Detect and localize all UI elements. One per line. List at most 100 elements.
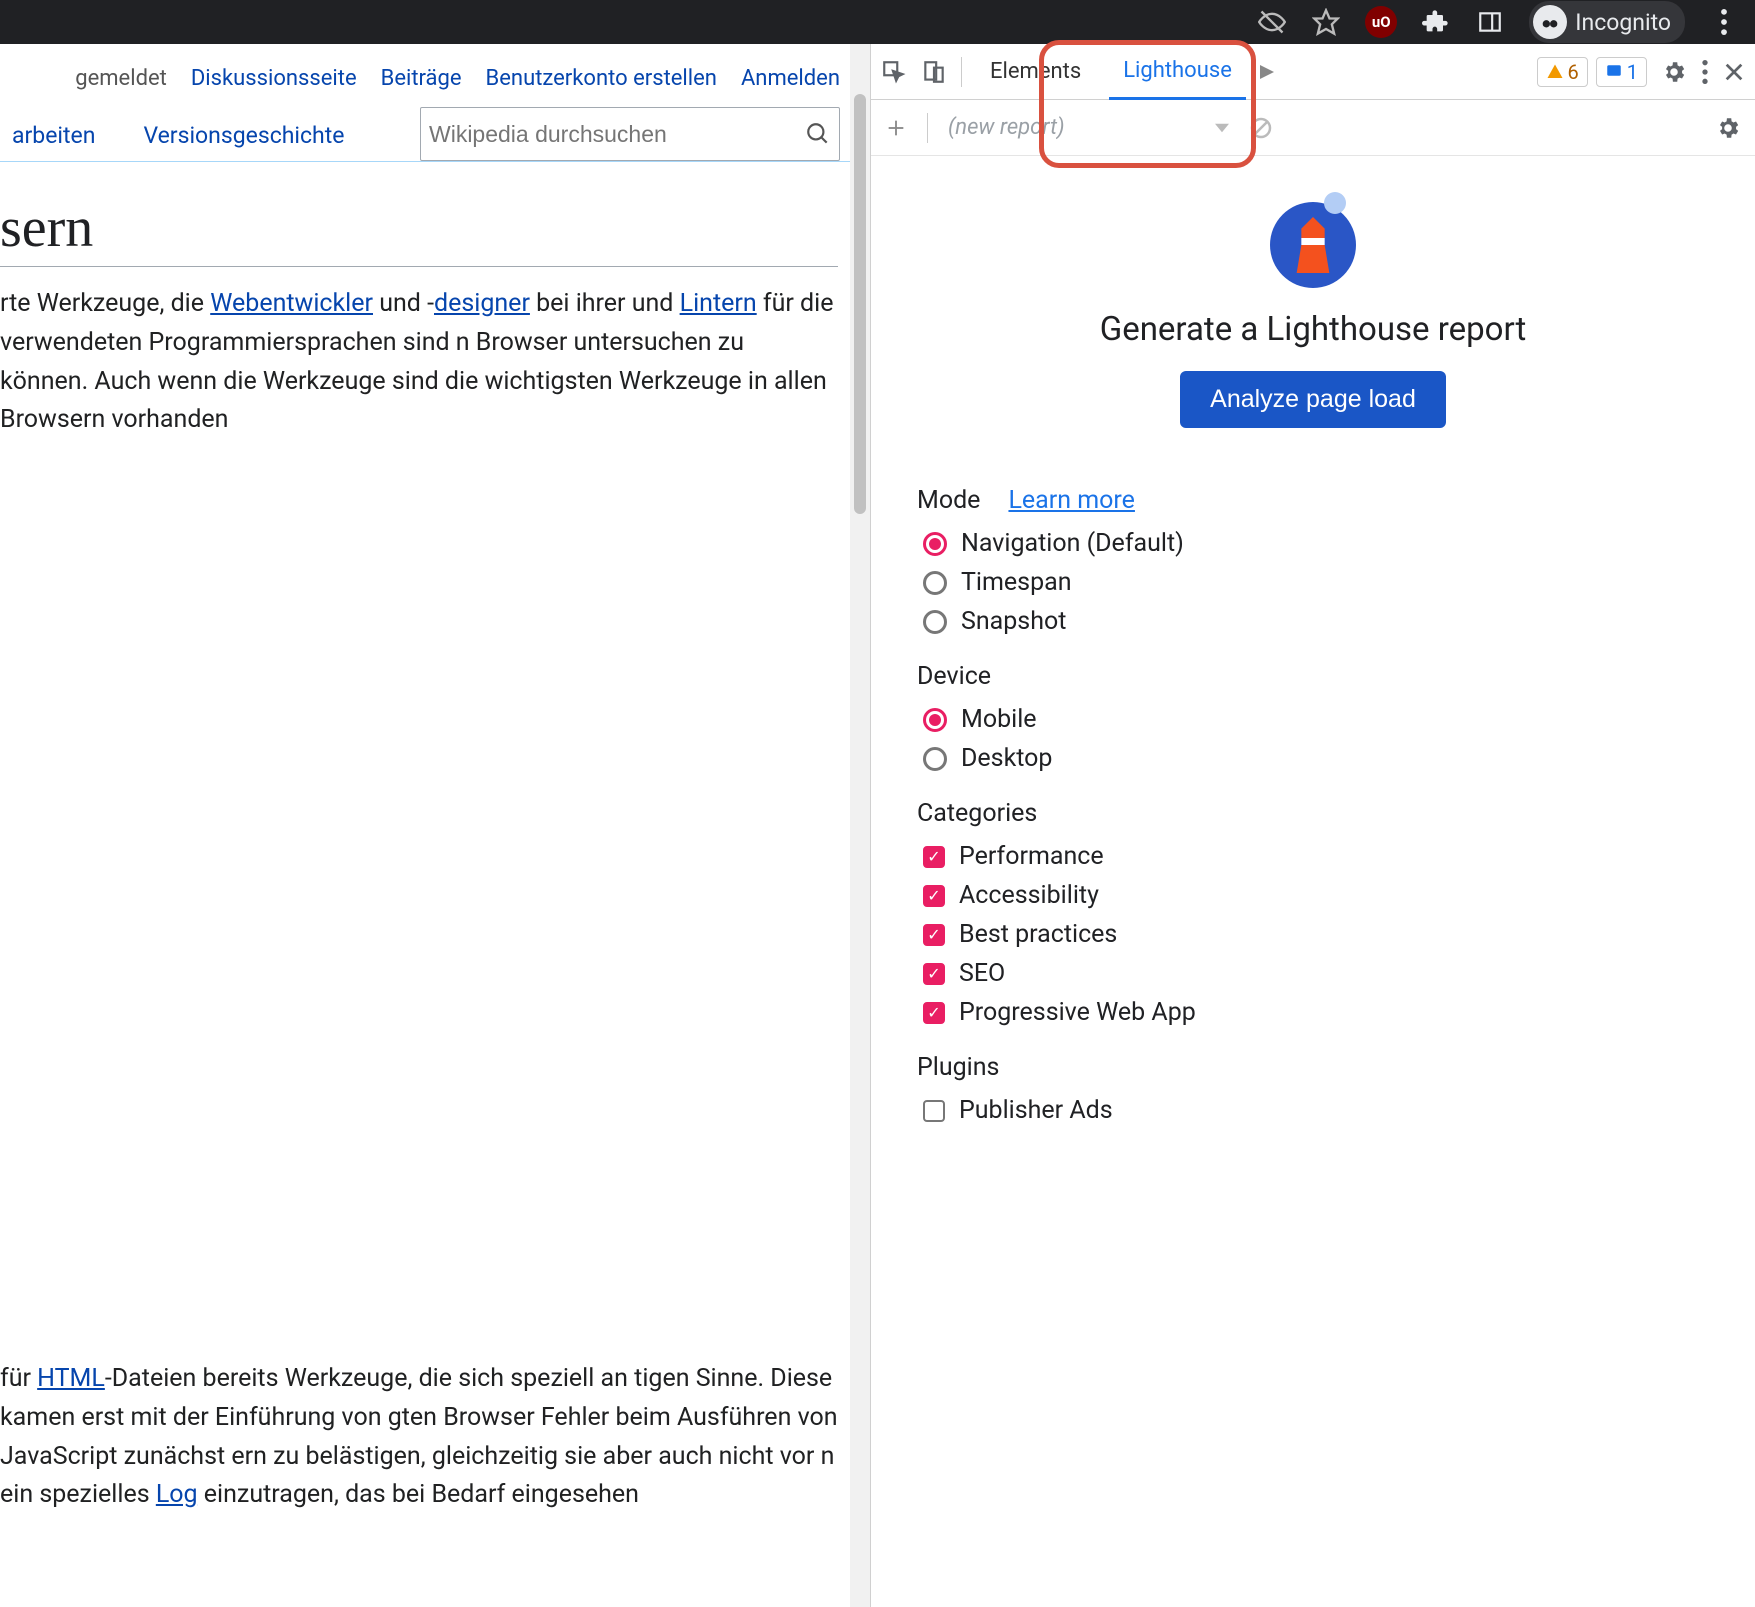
radio-icon (923, 610, 947, 634)
categories-header: Categories (917, 799, 1709, 828)
radio-icon (923, 708, 947, 732)
checkbox-icon (923, 963, 945, 985)
divider (927, 113, 928, 143)
radio-icon (923, 571, 947, 595)
option-label: Best practices (959, 920, 1117, 949)
gear-icon[interactable] (1715, 115, 1741, 141)
text: rte Werkzeuge, die (0, 289, 210, 318)
radio-icon (923, 532, 947, 556)
dropdown-caret-icon[interactable] (1215, 123, 1229, 133)
more-tabs-icon[interactable] (1260, 65, 1274, 79)
close-icon[interactable] (1723, 61, 1745, 83)
search-input[interactable] (429, 121, 805, 148)
checkbox-icon (923, 885, 945, 907)
tab-lighthouse[interactable]: Lighthouse (1109, 44, 1246, 100)
text: bei ihrer und (530, 289, 680, 318)
search-icon[interactable] (805, 121, 831, 147)
incognito-indicator[interactable]: Incognito (1529, 1, 1685, 43)
device-desktop[interactable]: Desktop (923, 744, 1709, 773)
categories-label: Categories (917, 799, 1037, 828)
wiki-link-notlogged: gemeldet (75, 66, 167, 91)
inspect-icon[interactable] (881, 59, 907, 85)
extensions-icon[interactable] (1421, 7, 1451, 37)
info-badge[interactable]: 1 (1596, 57, 1647, 87)
page-content: gemeldet Diskussionsseite Beiträge Benut… (0, 44, 850, 1607)
link-log[interactable]: Log (156, 1480, 198, 1509)
checkbox-icon (923, 1100, 945, 1122)
mode-navigation[interactable]: Navigation (Default) (923, 529, 1709, 558)
panel-icon[interactable] (1475, 7, 1505, 37)
page-scrollbar[interactable] (850, 44, 870, 1607)
lighthouse-logo-icon (1270, 202, 1356, 288)
mode-header: Mode Learn more (917, 486, 1709, 515)
warnings-badge[interactable]: 6 (1537, 57, 1588, 87)
device-toggle-icon[interactable] (921, 59, 947, 85)
plugins-label: Plugins (917, 1053, 999, 1082)
option-label: Performance (959, 842, 1104, 871)
wiki-link-contribs[interactable]: Beiträge (381, 66, 462, 91)
kebab-menu-icon[interactable] (1709, 7, 1739, 37)
browser-toolbar: uO Incognito (0, 0, 1755, 44)
kebab-icon[interactable] (1701, 60, 1709, 84)
eye-off-icon[interactable] (1257, 7, 1287, 37)
tab-elements[interactable]: Elements (976, 45, 1095, 98)
plugin-publisher-ads[interactable]: Publisher Ads (923, 1096, 1709, 1125)
device-options: Mobile Desktop (923, 705, 1709, 773)
clear-icon[interactable] (1249, 116, 1273, 140)
new-report-label[interactable]: (new report) (948, 115, 1065, 140)
lighthouse-panel: Generate a Lighthouse report Analyze pag… (871, 156, 1755, 1607)
checkbox-icon (923, 924, 945, 946)
option-label: Accessibility (959, 881, 1099, 910)
link-webentwickler[interactable]: Webentwickler (210, 289, 373, 318)
plugins-options: Publisher Ads (923, 1096, 1709, 1125)
link-html[interactable]: HTML (37, 1364, 105, 1393)
wiki-search[interactable] (420, 107, 840, 161)
wiki-tab-edit[interactable]: arbeiten (0, 108, 107, 161)
cat-pwa[interactable]: Progressive Web App (923, 998, 1709, 1027)
option-label: Snapshot (961, 607, 1066, 636)
device-mobile[interactable]: Mobile (923, 705, 1709, 734)
device-header: Device (917, 662, 1709, 691)
analyze-button[interactable]: Analyze page load (1180, 371, 1446, 428)
gear-icon[interactable] (1661, 59, 1687, 85)
checkbox-icon (923, 1002, 945, 1024)
option-label: Navigation (Default) (961, 529, 1184, 558)
cat-seo[interactable]: SEO (923, 959, 1709, 988)
link-lintern[interactable]: Lintern (680, 289, 757, 318)
scrollbar-thumb[interactable] (854, 94, 866, 514)
star-icon[interactable] (1311, 7, 1341, 37)
learn-more-link[interactable]: Learn more (1008, 486, 1134, 515)
link-designer[interactable]: designer (434, 289, 530, 318)
cat-accessibility[interactable]: Accessibility (923, 881, 1709, 910)
ublock-label: uO (1372, 13, 1391, 31)
device-label: Device (917, 662, 991, 691)
cat-bestpractices[interactable]: Best practices (923, 920, 1709, 949)
checkbox-icon (923, 846, 945, 868)
lighthouse-subbar: (new report) (871, 100, 1755, 156)
wiki-link-login[interactable]: Anmelden (741, 66, 840, 91)
option-label: Desktop (961, 744, 1052, 773)
incognito-icon (1533, 5, 1567, 39)
devtools-panel: Elements Lighthouse 6 1 (new report) (870, 44, 1755, 1607)
option-label: Publisher Ads (959, 1096, 1113, 1125)
article-body: rte Werkzeuge, die Webentwickler und -de… (0, 285, 850, 1515)
incognito-label: Incognito (1575, 9, 1671, 36)
ublock-extension-icon[interactable]: uO (1365, 6, 1397, 38)
wiki-tab-history[interactable]: Versionsgeschichte (131, 108, 356, 161)
mode-timespan[interactable]: Timespan (923, 568, 1709, 597)
categories-options: Performance Accessibility Best practices… (923, 842, 1709, 1027)
lighthouse-title: Generate a Lighthouse report (917, 310, 1709, 349)
page-title: sern (0, 162, 838, 267)
devtools-tabbar: Elements Lighthouse 6 1 (871, 44, 1755, 100)
option-label: Mobile (961, 705, 1037, 734)
issue-badges: 6 1 (1537, 57, 1648, 87)
text: und - (373, 289, 434, 318)
text: einzutragen, das bei Bedarf eingesehen (198, 1480, 639, 1509)
cat-performance[interactable]: Performance (923, 842, 1709, 871)
info-count: 1 (1627, 60, 1638, 84)
plus-icon[interactable] (885, 117, 907, 139)
wiki-link-createacct[interactable]: Benutzerkonto erstellen (486, 66, 717, 91)
wiki-link-talk[interactable]: Diskussionsseite (191, 66, 357, 91)
text: für (0, 1364, 37, 1393)
mode-snapshot[interactable]: Snapshot (923, 607, 1709, 636)
